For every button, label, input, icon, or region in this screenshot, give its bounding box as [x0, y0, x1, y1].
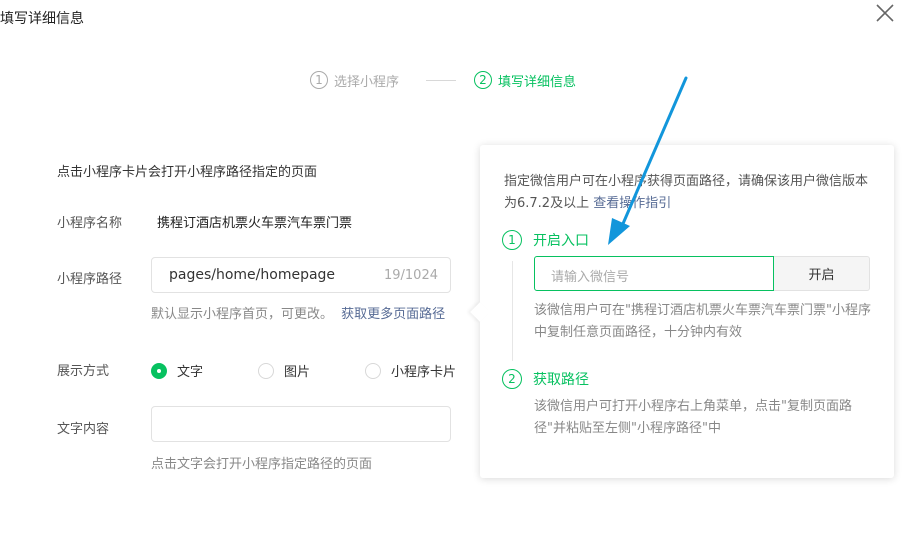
popover-description: 指定微信用户可在小程序获得页面路径，请确保该用户微信版本为6.7.2及以上 查看… [504, 171, 876, 215]
path-label: 小程序路径 [57, 272, 123, 287]
path-help-popover: 指定微信用户可在小程序获得页面路径，请确保该用户微信版本为6.7.2及以上 查看… [480, 145, 894, 478]
path-char-count: 19/1024 [383, 268, 438, 283]
get-more-paths-link[interactable]: 获取更多页面路径 [341, 307, 445, 322]
step-number: 1 [310, 71, 328, 89]
radio-empty-icon [365, 362, 382, 379]
radio-label: 图片 [284, 365, 311, 380]
radio-card[interactable]: 小程序卡片 [365, 361, 456, 380]
popover-step-get-path: 2 获取路径 [502, 369, 589, 389]
radio-image[interactable]: 图片 [258, 361, 310, 380]
radio-empty-icon [258, 362, 275, 379]
display-label: 展示方式 [57, 364, 110, 379]
step-number: 1 [502, 230, 522, 250]
path-hint-row: 默认显示小程序首页，可更改。 获取更多页面路径 [151, 303, 445, 322]
step-label: 选择小程序 [334, 74, 400, 90]
step-number: 2 [502, 369, 522, 389]
radio-label: 小程序卡片 [391, 365, 457, 380]
step-divider [426, 80, 456, 81]
step-label: 填写详细信息 [498, 74, 577, 90]
path-hint: 默认显示小程序首页，可更改。 [151, 307, 334, 322]
text-content-hint: 点击文字会打开小程序指定路径的页面 [151, 457, 373, 472]
wechat-id-placeholder: 请输入微信号 [551, 270, 630, 285]
miniprogram-name: 携程订酒店机票火车票汽车票门票 [157, 216, 353, 231]
radio-label: 文字 [177, 365, 204, 380]
popover-step-enable: 1 开启入口 [502, 230, 589, 250]
operation-guide-link[interactable]: 查看操作指引 [593, 196, 671, 211]
enable-button[interactable]: 开启 [774, 256, 870, 291]
form-description: 点击小程序卡片会打开小程序路径指定的页面 [57, 165, 318, 180]
step1-hint: 该微信用户可在"携程订酒店机票火车票汽车票门票"小程序中复制任意页面路径，十分钟… [534, 303, 871, 340]
step-number: 2 [474, 71, 492, 89]
step-title: 开启入口 [533, 233, 589, 249]
step2-hint: 该微信用户可打开小程序右上角菜单，点击"复制页面路径"并粘贴至左侧"小程序路径"… [534, 399, 852, 436]
step-select-miniprogram[interactable]: 1 选择小程序 [310, 70, 399, 90]
name-label: 小程序名称 [57, 216, 123, 231]
text-content-label: 文字内容 [57, 422, 110, 437]
step-title: 获取路径 [533, 372, 589, 388]
popover-description-text: 指定微信用户可在小程序获得页面路径，请确保该用户微信版本为6.7.2及以上 [504, 174, 869, 211]
radio-text[interactable]: 文字 [151, 361, 203, 380]
step-fill-details: 2 填写详细信息 [474, 70, 576, 90]
text-content-input[interactable] [151, 406, 451, 442]
step-connector [512, 261, 513, 361]
close-icon[interactable] [874, 2, 896, 24]
step-indicator: 1 选择小程序 2 填写详细信息 [0, 70, 909, 92]
radio-checked-icon [151, 362, 167, 379]
path-input[interactable]: pages/home/homepage 19/1024 [151, 257, 451, 293]
path-input-value: pages/home/homepage [169, 267, 336, 283]
dialog-title: 填写详细信息 [0, 11, 84, 27]
wechat-id-input[interactable]: 请输入微信号 [534, 256, 774, 291]
